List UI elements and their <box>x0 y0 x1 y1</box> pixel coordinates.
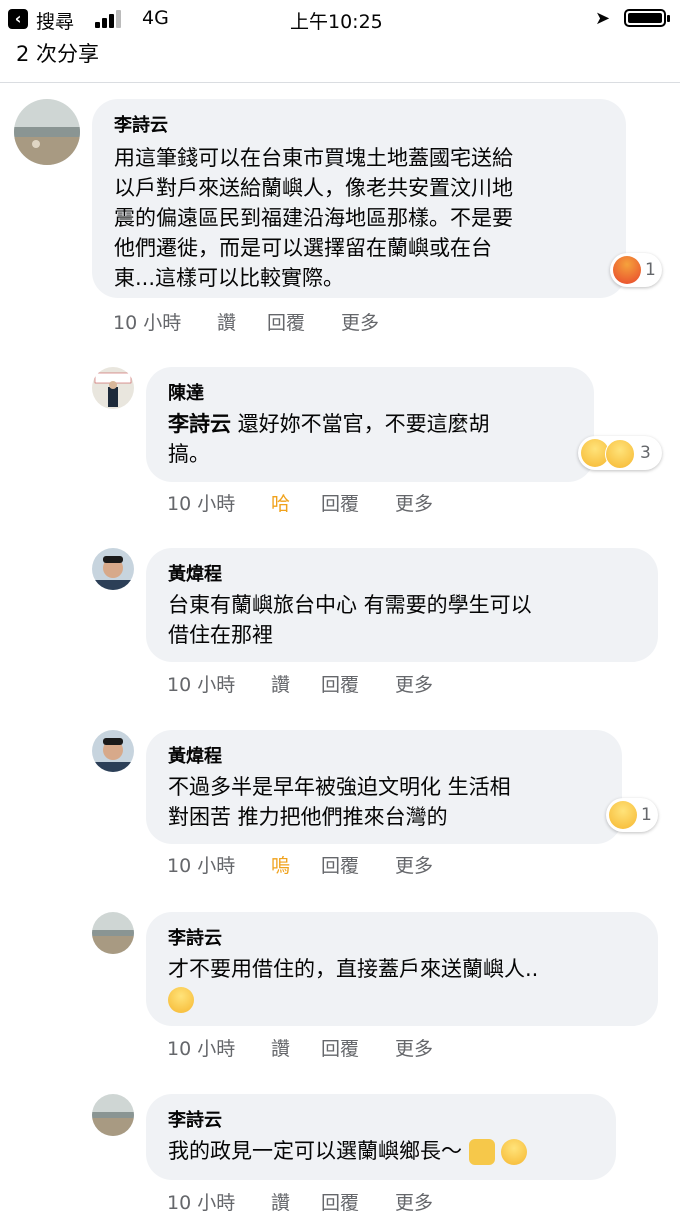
reply-button[interactable]: 回覆 <box>267 308 305 335</box>
comment-bubble: 李詩云 我的政見一定可以選蘭嶼鄉長～ <box>146 1094 616 1180</box>
reply-button[interactable]: 回覆 <box>321 851 359 878</box>
like-button[interactable]: 讚 <box>271 1188 290 1215</box>
comment-time: 10 小時 <box>167 1038 236 1060</box>
comment-time: 10 小時 <box>167 1192 236 1214</box>
clock: 上午10:25 <box>290 11 383 33</box>
sad-button[interactable]: 嗚 <box>271 851 290 878</box>
reaction-summary[interactable]: 1 <box>610 253 662 287</box>
reply-button[interactable]: 回覆 <box>321 489 359 516</box>
avatar[interactable] <box>92 367 134 409</box>
comment-time: 10 小時 <box>167 493 236 515</box>
comment-time: 10 小時 <box>113 312 182 334</box>
victory-hand-emoji-icon <box>468 1139 495 1165</box>
like-button[interactable]: 讚 <box>271 1034 290 1061</box>
network-type: 4G <box>142 7 169 29</box>
angry-emoji-icon <box>613 256 641 284</box>
reply-button[interactable]: 回覆 <box>321 1188 359 1215</box>
location-arrow-icon: ➤ <box>595 8 611 29</box>
wow-emoji-icon <box>605 439 635 469</box>
haha-button[interactable]: 哈 <box>271 489 290 516</box>
back-app-label[interactable]: 搜尋 <box>36 7 74 34</box>
comment-author[interactable]: 黃煒程 <box>168 560 222 586</box>
divider <box>0 82 680 83</box>
battery-icon <box>624 9 670 27</box>
status-bar: ‹ 搜尋 4G 上午10:25 ➤ <box>0 0 680 38</box>
comment-text: 用這筆錢可以在台東市買塊土地蓋國宅送給 以戶對戶來送給蘭嶼人，像老共安置汶川地 … <box>114 146 513 290</box>
comment-bubble: 李詩云 用這筆錢可以在台東市買塊土地蓋國宅送給 以戶對戶來送給蘭嶼人，像老共安置… <box>92 99 626 298</box>
comment-author[interactable]: 李詩云 <box>114 111 168 137</box>
back-arrow-icon[interactable]: ‹ <box>8 9 28 29</box>
signal-icon <box>95 10 125 28</box>
more-button[interactable]: 更多 <box>395 851 433 878</box>
comment-text: 我的政見一定可以選蘭嶼鄉長～ <box>168 1136 528 1166</box>
mention-link[interactable]: 李詩云 <box>168 412 231 436</box>
more-button[interactable]: 更多 <box>341 308 379 335</box>
comment-author[interactable]: 黃煒程 <box>168 742 222 768</box>
comment-text: 台東有蘭嶼旅台中心 有需要的學生可以 借住在那裡 <box>168 593 532 647</box>
comment-author[interactable]: 李詩云 <box>168 1106 222 1132</box>
comment-bubble: 黃煒程 台東有蘭嶼旅台中心 有需要的學生可以 借住在那裡 <box>146 548 658 662</box>
sad-emoji-icon <box>609 801 637 829</box>
grimace-emoji-icon <box>168 987 194 1013</box>
reaction-count: 1 <box>645 260 656 280</box>
comment-time: 10 小時 <box>167 674 236 696</box>
avatar[interactable] <box>92 1094 134 1136</box>
avatar[interactable] <box>92 730 134 772</box>
more-button[interactable]: 更多 <box>395 1188 433 1215</box>
comment-bubble: 李詩云 才不要用借住的，直接蓋戶來送蘭嶼人.. <box>146 912 658 1026</box>
reply-button[interactable]: 回覆 <box>321 670 359 697</box>
reply-button[interactable]: 回覆 <box>321 1034 359 1061</box>
avatar[interactable] <box>92 548 134 590</box>
comment-text: 不過多半是早年被強迫文明化 生活相 對困苦 推力把他們推來台灣的 <box>168 775 511 829</box>
comment-author[interactable]: 李詩云 <box>168 924 222 950</box>
more-button[interactable]: 更多 <box>395 1034 433 1061</box>
like-button[interactable]: 讚 <box>217 308 236 335</box>
comment-time: 10 小時 <box>167 855 236 877</box>
comment-author[interactable]: 陳達 <box>168 379 204 405</box>
comment-text: 才不要用借住的，直接蓋戶來送蘭嶼人.. <box>168 954 538 1014</box>
like-button[interactable]: 讚 <box>271 670 290 697</box>
comment-bubble: 黃煒程 不過多半是早年被強迫文明化 生活相 對困苦 推力把他們推來台灣的 <box>146 730 622 844</box>
more-button[interactable]: 更多 <box>395 489 433 516</box>
reaction-summary[interactable]: 1 <box>606 798 658 832</box>
avatar[interactable] <box>92 912 134 954</box>
comment-bubble: 陳達 李詩云 還好妳不當官，不要這麼胡 搞。 <box>146 367 594 482</box>
reaction-count: 1 <box>641 805 652 825</box>
avatar[interactable] <box>14 99 80 165</box>
rofl-emoji-icon <box>501 1139 528 1165</box>
reaction-summary[interactable]: 3 <box>578 436 662 470</box>
reaction-count: 3 <box>640 443 651 463</box>
comment-text: 李詩云 還好妳不當官，不要這麼胡 搞。 <box>168 412 490 466</box>
more-button[interactable]: 更多 <box>395 670 433 697</box>
share-count[interactable]: 2 次分享 <box>16 38 99 68</box>
